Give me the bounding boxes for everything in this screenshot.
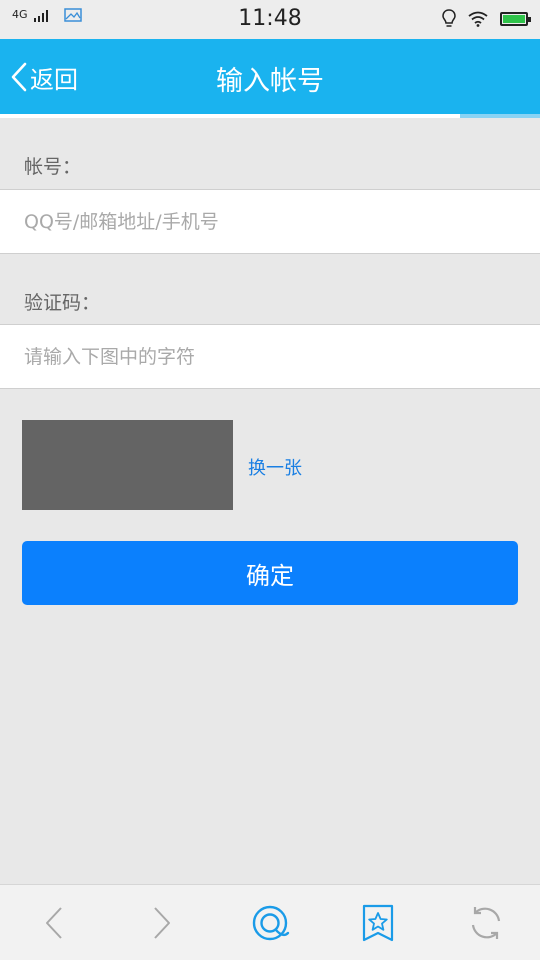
battery-icon [500,12,531,26]
nav-back-button[interactable] [34,903,74,943]
status-right [442,9,531,29]
progress-strip [0,114,540,118]
title-bar: 返回 输入帐号 [0,39,540,115]
status-bar: 4G 11:48 [0,0,540,39]
back-arrow-icon [46,907,62,939]
wifi-icon [468,11,488,27]
bulb-icon [442,9,456,27]
nav-home-button[interactable] [250,903,290,943]
account-row [0,189,540,254]
forward-arrow-icon [154,907,170,939]
captcha-row [0,324,540,389]
battery-level [503,15,525,23]
captcha-label: 验证码： [24,292,101,314]
nav-bookmark-button[interactable] [358,903,398,943]
progress-track [460,114,540,118]
captcha-image[interactable] [22,420,233,510]
nav-forward-button[interactable] [142,903,182,943]
account-input[interactable] [0,190,540,253]
refresh-captcha-link[interactable]: 换一张 [248,454,302,480]
refresh-icon [471,907,501,939]
confirm-button[interactable]: 确定 [22,541,518,605]
bookmark-icon [362,904,394,942]
browser-home-icon [252,905,290,941]
captcha-input[interactable] [0,325,540,388]
account-label: 帐号： [24,156,82,178]
nav-refresh-button[interactable] [466,903,506,943]
bottom-nav [0,884,540,960]
page-title: 输入帐号 [216,66,324,97]
